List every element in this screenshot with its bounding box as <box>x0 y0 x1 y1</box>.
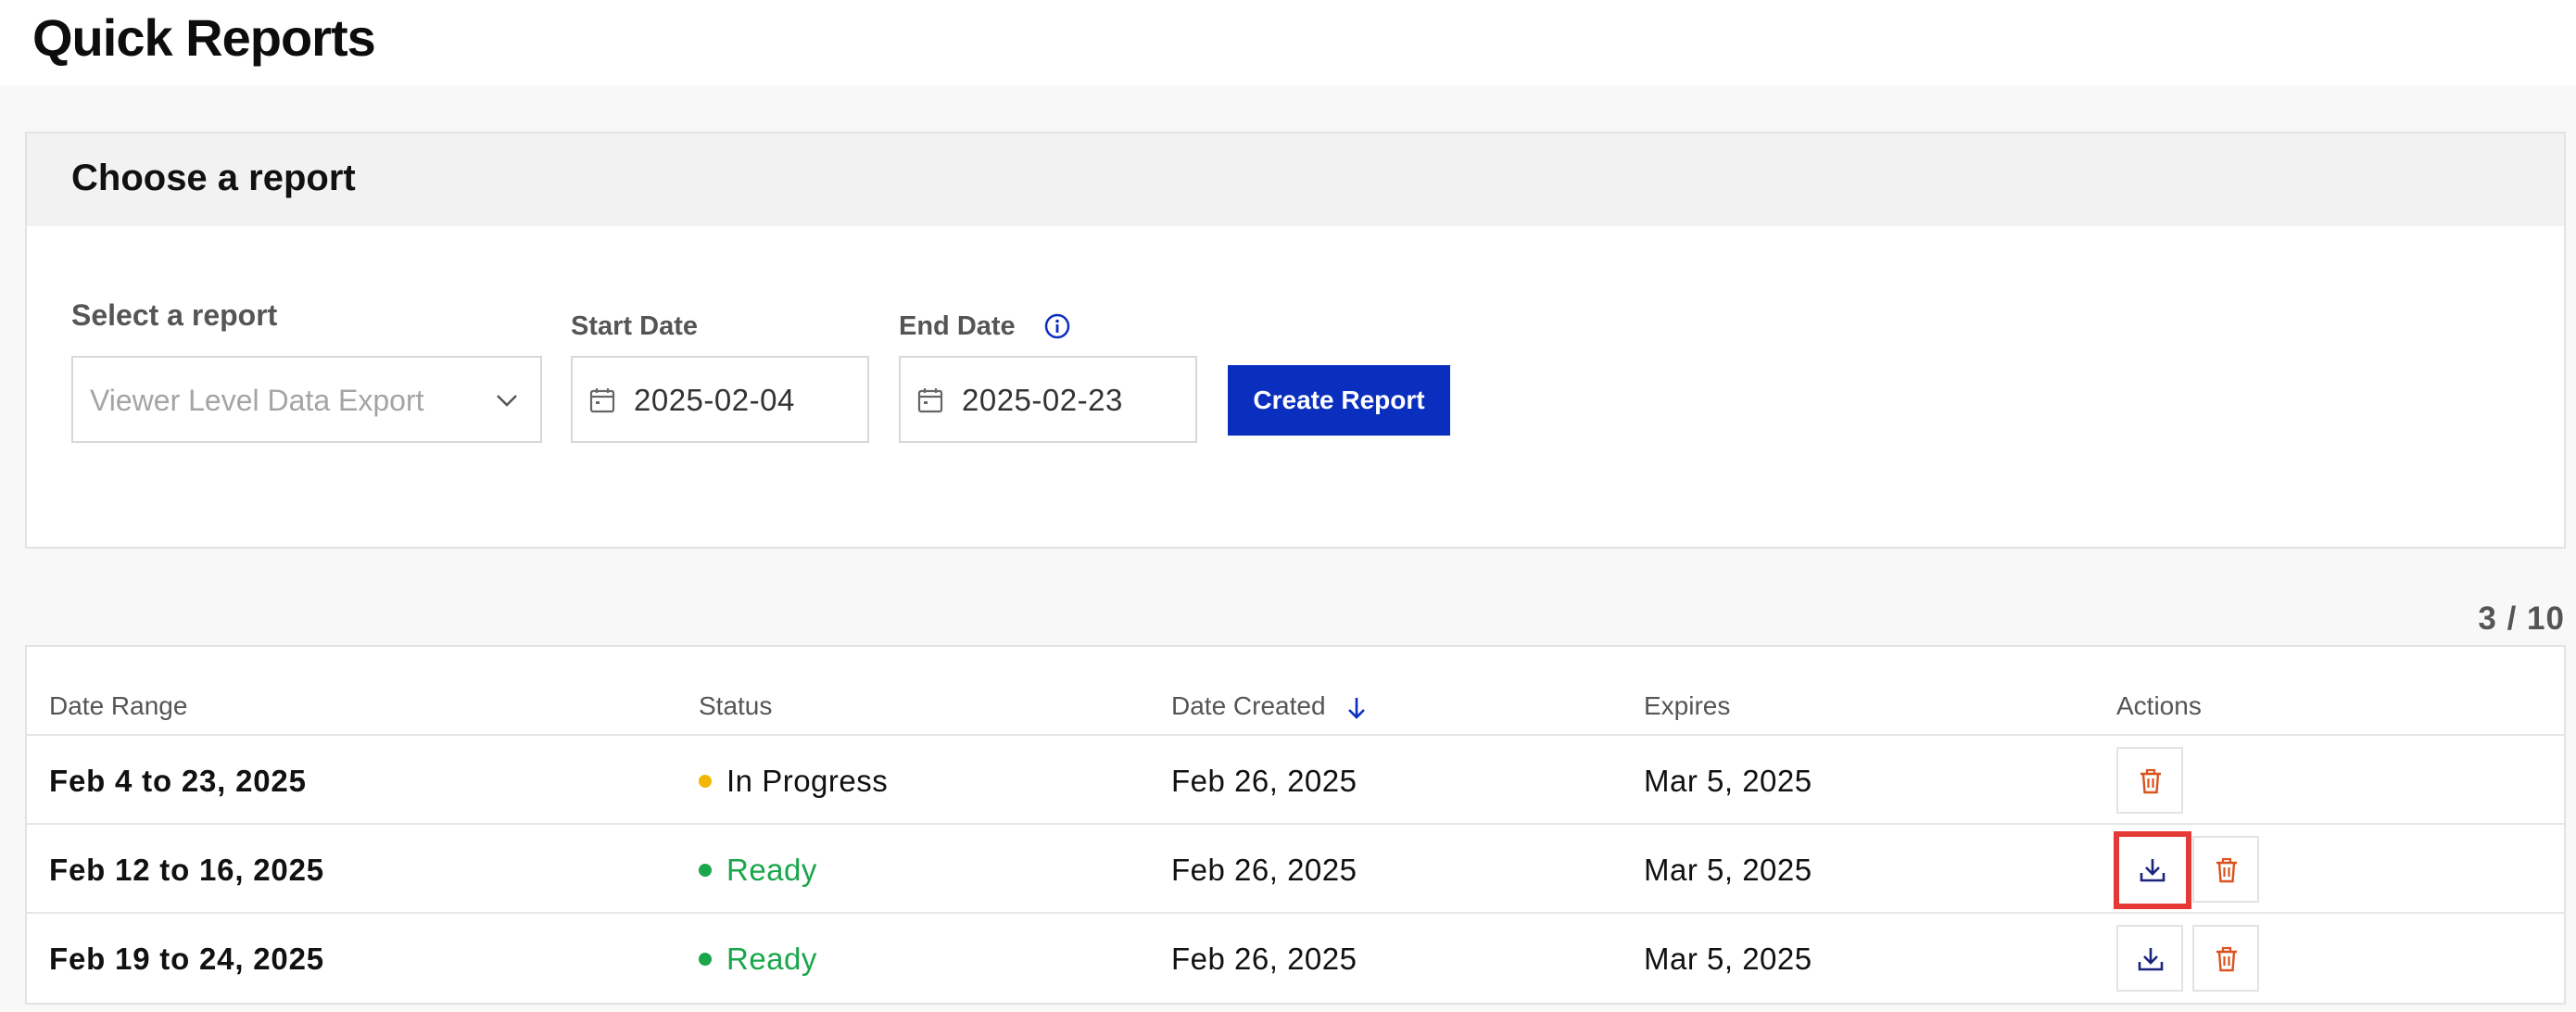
row-divider <box>27 823 2564 825</box>
row-1-delete-button[interactable] <box>2116 747 2183 814</box>
row-2-download-button[interactable] <box>2114 831 2191 909</box>
status-dot <box>699 953 712 967</box>
download-icon <box>2140 859 2166 882</box>
status-dot <box>699 864 712 878</box>
top-bar: Quick Reports <box>0 0 2576 85</box>
row-2-date-range: Feb 12 to 16, 2025 <box>49 853 324 887</box>
end-date-value: 2025-02-23 <box>962 383 1123 417</box>
report-select-value: Viewer Level Data Export <box>90 384 424 417</box>
download-icon <box>2138 948 2164 971</box>
choose-report-panel: Choose a report Select a report Start Da… <box>25 132 2566 549</box>
row-divider <box>27 734 2564 736</box>
trash-icon <box>2140 768 2161 794</box>
page-title: Quick Reports <box>32 8 376 67</box>
create-report-button[interactable]: Create Report <box>1228 365 1450 436</box>
report-count: 3 / 10 <box>2478 601 2565 637</box>
select-report-label: Select a report <box>71 298 278 332</box>
row-3-delete-button[interactable] <box>2192 925 2259 992</box>
header-date-created[interactable]: Date Created <box>1171 691 1368 721</box>
row-2-expires: Mar 5, 2025 <box>1644 853 1812 887</box>
end-date-input[interactable]: 2025-02-23 <box>899 356 1197 443</box>
row-2-date-created: Feb 26, 2025 <box>1171 853 1357 887</box>
trash-icon <box>2216 946 2237 972</box>
info-icon[interactable] <box>1043 312 1071 340</box>
row-1-status: In Progress <box>699 764 888 799</box>
panel-header: Choose a report <box>27 133 2564 226</box>
header-status[interactable]: Status <box>699 691 772 721</box>
row-divider <box>27 912 2564 914</box>
row-3-date-range: Feb 19 to 24, 2025 <box>49 942 324 976</box>
header-date-created-label: Date Created <box>1171 691 1326 720</box>
header-expires[interactable]: Expires <box>1644 691 1730 721</box>
end-date-label: End Date <box>899 311 1016 341</box>
row-1-status-label: In Progress <box>726 764 889 798</box>
chevron-down-icon <box>497 395 517 407</box>
trash-icon <box>2216 857 2237 883</box>
reports-table: Date Range Status Date Created Expires A… <box>25 645 2566 1005</box>
row-1-expires: Mar 5, 2025 <box>1644 764 1812 798</box>
row-2-delete-button[interactable] <box>2192 836 2259 903</box>
row-1-date-range: Feb 4 to 23, 2025 <box>49 764 307 798</box>
start-date-input[interactable]: 2025-02-04 <box>571 356 869 443</box>
row-3-download-button[interactable] <box>2116 925 2183 992</box>
header-actions: Actions <box>2116 691 2202 720</box>
panel-title: Choose a report <box>71 158 356 198</box>
header-date-range[interactable]: Date Range <box>49 691 187 721</box>
row-3-status: Ready <box>699 942 817 977</box>
calendar-icon <box>589 388 615 413</box>
start-date-value: 2025-02-04 <box>634 383 795 417</box>
row-3-status-label: Ready <box>726 942 817 976</box>
sort-down-icon[interactable] <box>1345 695 1368 721</box>
row-1-date-created: Feb 26, 2025 <box>1171 764 1357 798</box>
row-2-status: Ready <box>699 853 817 888</box>
row-3-expires: Mar 5, 2025 <box>1644 942 1812 976</box>
report-select[interactable]: Viewer Level Data Export <box>71 356 542 443</box>
status-dot <box>699 775 712 789</box>
row-3-date-created: Feb 26, 2025 <box>1171 942 1357 976</box>
row-2-status-label: Ready <box>726 853 817 887</box>
calendar-icon <box>917 388 943 413</box>
start-date-label: Start Date <box>571 311 698 341</box>
